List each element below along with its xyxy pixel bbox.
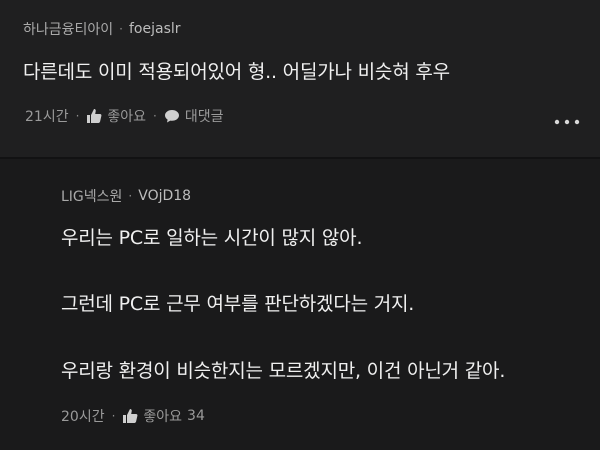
like-button[interactable]: 좋아요 [86, 106, 146, 126]
comment-text: 다른데도 이미 적용되어있어 형.. 어딜가나 비슷혀 후우 [23, 61, 450, 83]
reply-label: 대댓글 [184, 109, 224, 125]
meta-separator: · [111, 409, 116, 423]
like-label: 좋아요 [143, 409, 183, 425]
reply-time: 20시간 [61, 409, 105, 425]
meta-separator: · [153, 109, 157, 123]
reply-meta: 20시간 · 좋아요 34 [61, 406, 205, 426]
reply-text-line: 우리랑 환경이 비슷한지는 모르겠지만, 이건 아닌거 같아. [61, 360, 506, 382]
more-horizontal-icon[interactable] [552, 111, 582, 133]
like-button[interactable]: 좋아요 34 [122, 406, 205, 426]
comment-thread: 하나금융티아이 · foejaslr 다른데도 이미 적용되어있어 형.. 어딜… [0, 0, 600, 450]
meta-separator: · [75, 109, 80, 123]
comment-author: 하나금융티아이 · foejaslr [23, 19, 181, 39]
like-count: 34 [187, 408, 205, 424]
comment-time: 21시간 [25, 109, 69, 125]
comment-card: 하나금융티아이 · foejaslr 다른데도 이미 적용되어있어 형.. 어딜… [0, 0, 600, 157]
author-separator: · [119, 22, 123, 36]
like-label: 좋아요 [107, 109, 147, 125]
reply-button[interactable]: 대댓글 [164, 106, 224, 126]
reply-text-line: 우리는 PC로 일하는 시간이 많지 않아. [61, 227, 363, 249]
thumbs-up-icon [122, 408, 138, 424]
author-id[interactable]: VOjD18 [138, 188, 191, 204]
reply-author: LIG넥스원 · VOjD18 [61, 186, 191, 206]
thumbs-up-icon [86, 108, 102, 124]
author-separator: · [128, 189, 133, 203]
speech-bubble-icon [164, 108, 180, 124]
reply-text-line: 그런데 PC로 근무 여부를 판단하겠다는 거지. [61, 293, 415, 315]
author-company[interactable]: 하나금융티아이 [23, 19, 113, 39]
comment-meta: 21시간 · 좋아요 · 대댓글 [25, 106, 224, 126]
reply-card: LIG넥스원 · VOjD18 우리는 PC로 일하는 시간이 많지 않아. 그… [0, 159, 600, 450]
author-id[interactable]: foejaslr [129, 21, 181, 37]
author-company[interactable]: LIG넥스원 [61, 186, 122, 206]
